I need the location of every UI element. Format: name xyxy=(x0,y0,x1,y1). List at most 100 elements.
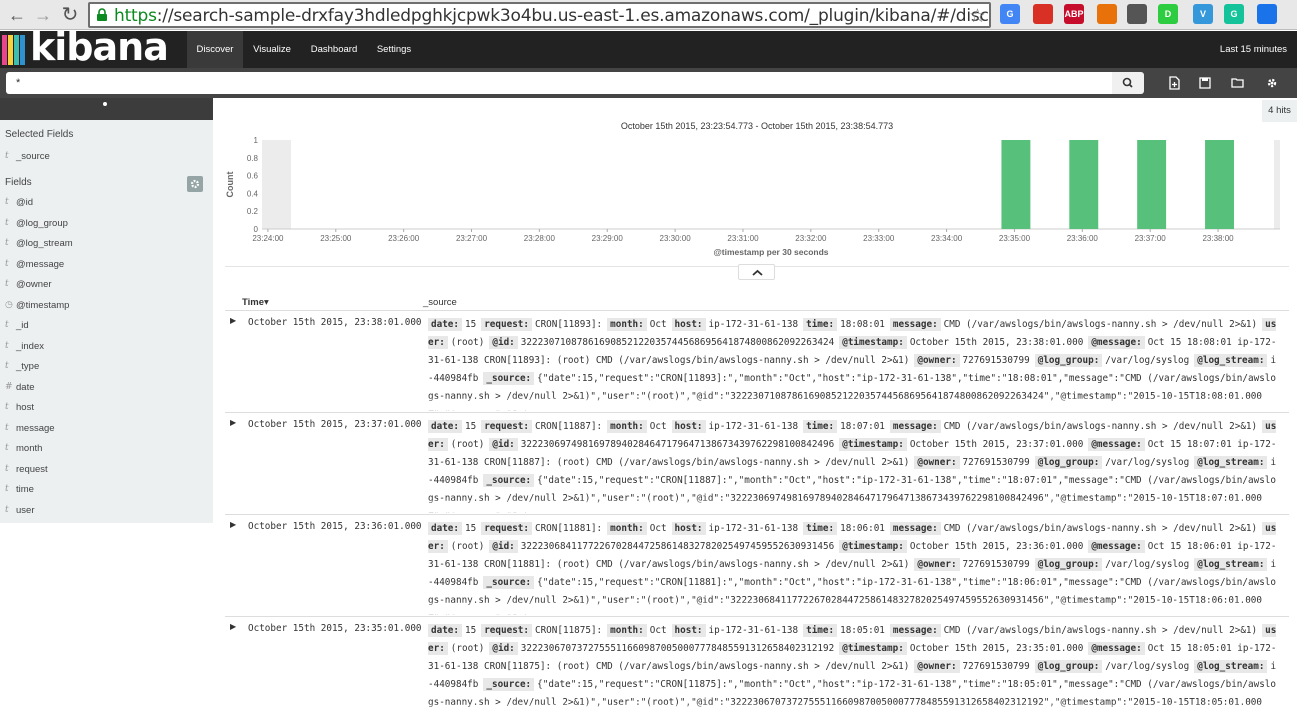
field-item[interactable]: t @log_group xyxy=(0,216,213,234)
source-field-value: CMD (/var/awslogs/bin/awslogs-nanny.sh >… xyxy=(943,523,1258,534)
load-search-button[interactable] xyxy=(1229,74,1247,92)
source-field-key: @log_group: xyxy=(1034,456,1103,469)
tab-dashboard[interactable]: Dashboard xyxy=(305,31,363,68)
settings-button[interactable] xyxy=(1263,74,1281,92)
field-name: _index xyxy=(16,340,44,352)
field-type-icon: t xyxy=(5,197,9,207)
collapse-chart-button[interactable] xyxy=(738,264,775,280)
column-header-time[interactable]: Time▾ xyxy=(242,297,269,308)
field-item[interactable]: t _id xyxy=(0,318,213,336)
row-fade-overlay xyxy=(428,398,1283,412)
expand-row-caret-icon[interactable]: ▶ xyxy=(230,418,236,427)
source-field-value: (root) xyxy=(450,337,485,348)
source-field-value: 727691530799 xyxy=(962,661,1030,672)
field-item[interactable]: t @id xyxy=(0,195,213,213)
tab-settings[interactable]: Settings xyxy=(372,31,416,68)
field-item[interactable]: t _type xyxy=(0,359,213,377)
partial-bucket-start xyxy=(262,140,291,229)
d-icon[interactable]: D xyxy=(1158,4,1178,24)
url-text: https://search-sample-drxfay3hdledpghkjc… xyxy=(114,6,989,26)
source-field-value: Oct xyxy=(649,319,667,330)
x-tick-label: 23:30:00 xyxy=(660,234,692,243)
y-tick-label: 0.2 xyxy=(247,207,259,216)
field-item[interactable]: t @log_stream xyxy=(0,236,213,254)
source-field-key: date: xyxy=(428,420,462,433)
field-type-icon: t xyxy=(5,258,9,269)
tab-visualize[interactable]: Visualize xyxy=(247,31,297,68)
source-field-key: message: xyxy=(889,318,941,331)
row-timestamp: October 15th 2015, 23:38:01.000 xyxy=(248,317,422,328)
source-field-key: @id: xyxy=(489,642,518,655)
address-bar[interactable]: https://search-sample-drxfay3hdledpghkjc… xyxy=(88,2,991,28)
source-field-value: 3222306841177226702844725861483278202549… xyxy=(520,541,835,552)
translate-icon[interactable]: G xyxy=(1000,4,1020,24)
v-icon[interactable]: V xyxy=(1193,4,1213,24)
sync-icon[interactable] xyxy=(1257,4,1277,24)
field-item[interactable]: t @owner xyxy=(0,277,213,295)
lock-icon xyxy=(97,8,107,21)
x-tick-label: 23:31:00 xyxy=(727,234,759,243)
row-fade-overlay xyxy=(428,704,1283,715)
field-name: message xyxy=(16,422,55,434)
mask-icon[interactable] xyxy=(1127,4,1147,24)
field-item[interactable]: t time xyxy=(0,482,213,500)
field-item[interactable]: t host xyxy=(0,400,213,418)
field-name: _type xyxy=(16,361,40,372)
source-field-key: @owner: xyxy=(914,660,960,673)
source-field-key: @owner: xyxy=(914,456,960,469)
source-field-key: @timestamp: xyxy=(839,540,907,553)
field-item[interactable]: t @message xyxy=(0,257,213,275)
back-arrow-icon[interactable]: ← xyxy=(6,4,28,26)
source-field-key: @id: xyxy=(489,540,518,553)
save-search-button[interactable] xyxy=(1196,74,1214,92)
field-item[interactable]: t _index xyxy=(0,339,213,357)
adblock-icon[interactable]: ABP xyxy=(1064,4,1084,24)
forward-arrow-icon[interactable]: → xyxy=(32,4,54,26)
bookmark-star-icon[interactable]: ☆ xyxy=(969,5,986,26)
source-field-value: CRON[11887]: xyxy=(534,421,603,432)
red-book-icon[interactable] xyxy=(1033,4,1053,24)
source-field-key: request: xyxy=(481,522,532,535)
source-field-key: time: xyxy=(803,522,838,535)
search-input[interactable] xyxy=(6,72,1112,94)
expand-row-caret-icon[interactable]: ▶ xyxy=(230,622,236,631)
source-field-value: ip-172-31-61-138 xyxy=(708,421,799,432)
sidebar-collapse-bar[interactable] xyxy=(0,98,213,120)
x-axis-label: @timestamp per 30 seconds xyxy=(713,247,828,257)
field-item[interactable]: # date xyxy=(0,380,213,398)
field-item[interactable]: t message xyxy=(0,421,213,439)
source-field-value: Oct xyxy=(649,625,667,636)
source-field-value: 15 xyxy=(465,625,477,636)
reload-icon[interactable]: ↻ xyxy=(59,4,81,26)
field-name: @log_group xyxy=(16,217,68,229)
field-type-icon: # xyxy=(5,381,13,392)
search-button[interactable] xyxy=(1112,72,1144,94)
source-field-value: 15 xyxy=(465,523,477,534)
field-name: user xyxy=(16,504,35,516)
time-picker[interactable]: Last 15 minutes xyxy=(1220,31,1287,68)
partial-bucket-end xyxy=(1274,140,1280,229)
fire-icon[interactable] xyxy=(1097,4,1117,24)
field-name: request xyxy=(16,463,48,475)
field-item[interactable]: ◷ @timestamp xyxy=(0,298,213,316)
fields-settings-button[interactable] xyxy=(187,176,203,192)
source-field-key: month: xyxy=(607,522,647,535)
kibana-logo[interactable]: kibana xyxy=(0,25,180,69)
tab-discover[interactable]: Discover xyxy=(187,31,243,68)
selected-field-item[interactable]: t _source xyxy=(0,149,213,167)
field-item[interactable]: t user xyxy=(0,503,213,521)
x-tick-label: 23:36:00 xyxy=(1067,234,1099,243)
y-tick-label: 0.8 xyxy=(247,154,259,163)
expand-row-caret-icon[interactable]: ▶ xyxy=(230,520,236,529)
expand-row-caret-icon[interactable]: ▶ xyxy=(230,316,236,325)
field-type-icon: t xyxy=(5,402,9,412)
field-name: @log_stream xyxy=(16,238,73,249)
source-field-value: October 15th 2015, 23:37:01.000 xyxy=(909,439,1084,450)
grammarly-icon[interactable]: G xyxy=(1224,4,1244,24)
field-item[interactable]: t request xyxy=(0,462,213,480)
selected-fields-heading: Selected Fields xyxy=(5,129,74,140)
source-field-value: 18:07:01 xyxy=(840,421,885,432)
search-bar xyxy=(0,68,1297,98)
new-search-button[interactable] xyxy=(1165,74,1183,92)
field-item[interactable]: t month xyxy=(0,441,213,459)
